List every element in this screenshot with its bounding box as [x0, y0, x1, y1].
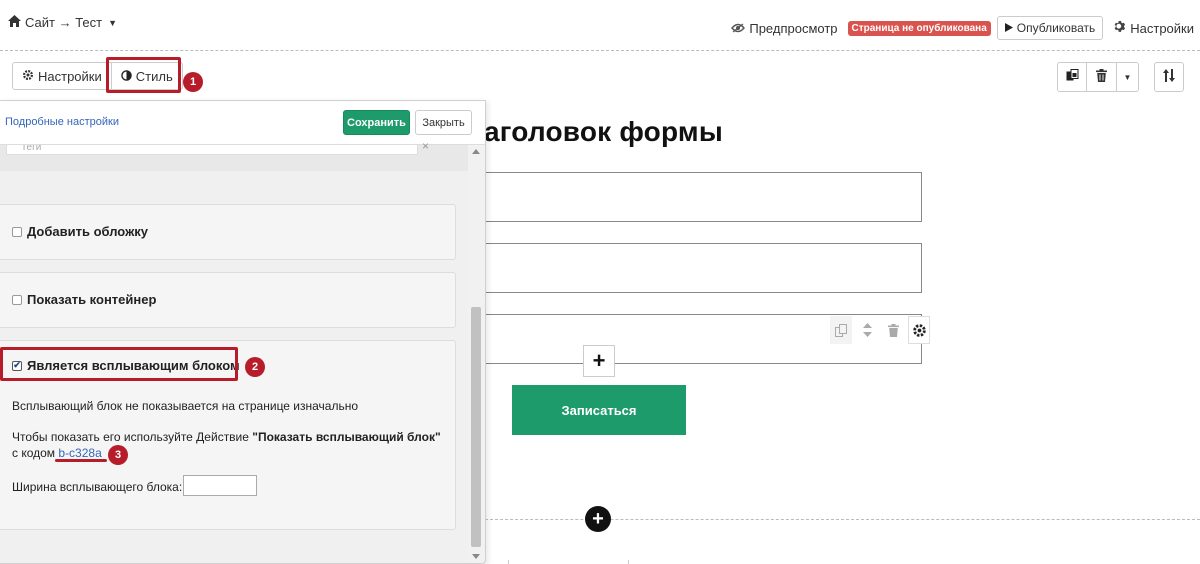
- popup-code-link[interactable]: b-c328a: [58, 446, 101, 460]
- tab-settings-label: Настройки: [38, 68, 102, 84]
- popup-width-label: Ширина всплывающего блока:: [12, 480, 183, 494]
- gear-icon: [1113, 20, 1126, 36]
- annotation-frame-2: [0, 347, 238, 381]
- sort-button[interactable]: [1154, 62, 1184, 92]
- publish-button[interactable]: Опубликовать: [996, 16, 1104, 40]
- trash-icon[interactable]: [882, 316, 904, 344]
- field-hover-tools: [830, 316, 930, 344]
- add-cover-label: Добавить обложку: [27, 224, 149, 239]
- tags-section: Теги ×: [0, 139, 468, 171]
- popup-width-input[interactable]: [183, 475, 257, 496]
- breadcrumb[interactable]: Сайт → Тест ▼: [8, 15, 117, 30]
- annotation-frame-1: [106, 57, 181, 93]
- caret-down-icon: ▼: [108, 17, 118, 28]
- eye-icon: [731, 21, 746, 36]
- cover-card: Добавить обложку: [0, 204, 456, 260]
- plus-icon: +: [592, 508, 604, 530]
- form-field-1[interactable]: [470, 172, 922, 222]
- delete-button[interactable]: [1087, 62, 1117, 92]
- sort-group: [1154, 62, 1184, 92]
- popup-hint: Чтобы показать его используйте Действие …: [12, 430, 441, 444]
- submit-button[interactable]: Записаться: [512, 385, 686, 435]
- save-button[interactable]: Сохранить: [343, 110, 410, 135]
- gear-icon[interactable]: [908, 316, 930, 344]
- show-container-checkbox[interactable]: [12, 294, 22, 305]
- status-badge: Страница не опубликована: [847, 20, 991, 36]
- move-icon[interactable]: [856, 316, 878, 344]
- breadcrumb-text: Сайт → Тест: [25, 15, 103, 30]
- preview-link[interactable]: Предпросмотр: [731, 20, 838, 36]
- caret-down-icon: ▼: [1123, 72, 1132, 82]
- add-cover-checkbox[interactable]: [12, 226, 22, 237]
- annotation-badge-1: 1: [183, 72, 203, 92]
- page-divider-top: [0, 50, 1200, 51]
- plus-icon: +: [592, 348, 606, 373]
- add-cover-option[interactable]: Добавить обложку: [12, 224, 148, 239]
- show-container-label: Показать контейнер: [27, 292, 157, 307]
- gear-icon: [22, 69, 34, 84]
- form-title[interactable]: аголовок формы: [484, 116, 723, 148]
- panel-scrollbar[interactable]: [468, 145, 484, 563]
- publish-label: Опубликовать: [1016, 21, 1096, 35]
- popup-hint-action: "Показать всплывающий блок": [252, 430, 441, 444]
- play-icon: [1004, 21, 1013, 35]
- popup-note: Всплывающий блок не показывается на стра…: [12, 399, 359, 413]
- top-bar: Сайт → Тест ▼ Предпросмотр Страница не о…: [0, 0, 1200, 50]
- home-icon: [8, 15, 21, 30]
- popup-hint-text: Чтобы показать его используйте Действие: [12, 430, 253, 444]
- panel-header: Подробные настройки Сохранить Закрыть: [0, 101, 485, 145]
- top-actions: Предпросмотр Страница не опубликована Оп…: [731, 16, 1194, 40]
- settings-label: Настройки: [1130, 20, 1194, 36]
- container-card: Показать контейнер: [0, 272, 456, 328]
- trash-icon: [1096, 69, 1107, 85]
- copy-icon: [1066, 69, 1079, 85]
- copy-button[interactable]: [1057, 62, 1087, 92]
- page-settings-link[interactable]: Настройки: [1113, 20, 1194, 36]
- advanced-settings-link[interactable]: Подробные настройки: [5, 116, 119, 128]
- close-icon[interactable]: ×: [422, 139, 429, 153]
- scroll-thumb[interactable]: [471, 307, 481, 547]
- block-actions: ▼: [1057, 62, 1139, 92]
- add-block-button[interactable]: +: [585, 506, 611, 532]
- annotation-badge-2: 2: [245, 357, 265, 377]
- scroll-down-icon[interactable]: [472, 554, 480, 559]
- page-divider-bottom: [470, 519, 1200, 520]
- tab-settings[interactable]: Настройки: [12, 62, 112, 90]
- close-button[interactable]: Закрыть: [415, 110, 472, 135]
- annotation-underline-3: [55, 459, 107, 462]
- form-field-2[interactable]: [470, 243, 922, 293]
- sort-icon: [1163, 69, 1175, 85]
- tags-input[interactable]: Теги: [6, 145, 418, 155]
- show-container-option[interactable]: Показать контейнер: [12, 292, 156, 307]
- preview-label: Предпросмотр: [749, 20, 838, 36]
- annotation-badge-3: 3: [108, 445, 128, 465]
- popup-code-line: с кодом b-c328a: [12, 446, 102, 460]
- popup-code-label: с кодом: [12, 446, 59, 460]
- add-field-button[interactable]: +: [583, 345, 615, 377]
- more-dropdown[interactable]: ▼: [1117, 62, 1139, 92]
- scroll-up-icon[interactable]: [472, 149, 480, 154]
- copy-icon[interactable]: [830, 316, 852, 344]
